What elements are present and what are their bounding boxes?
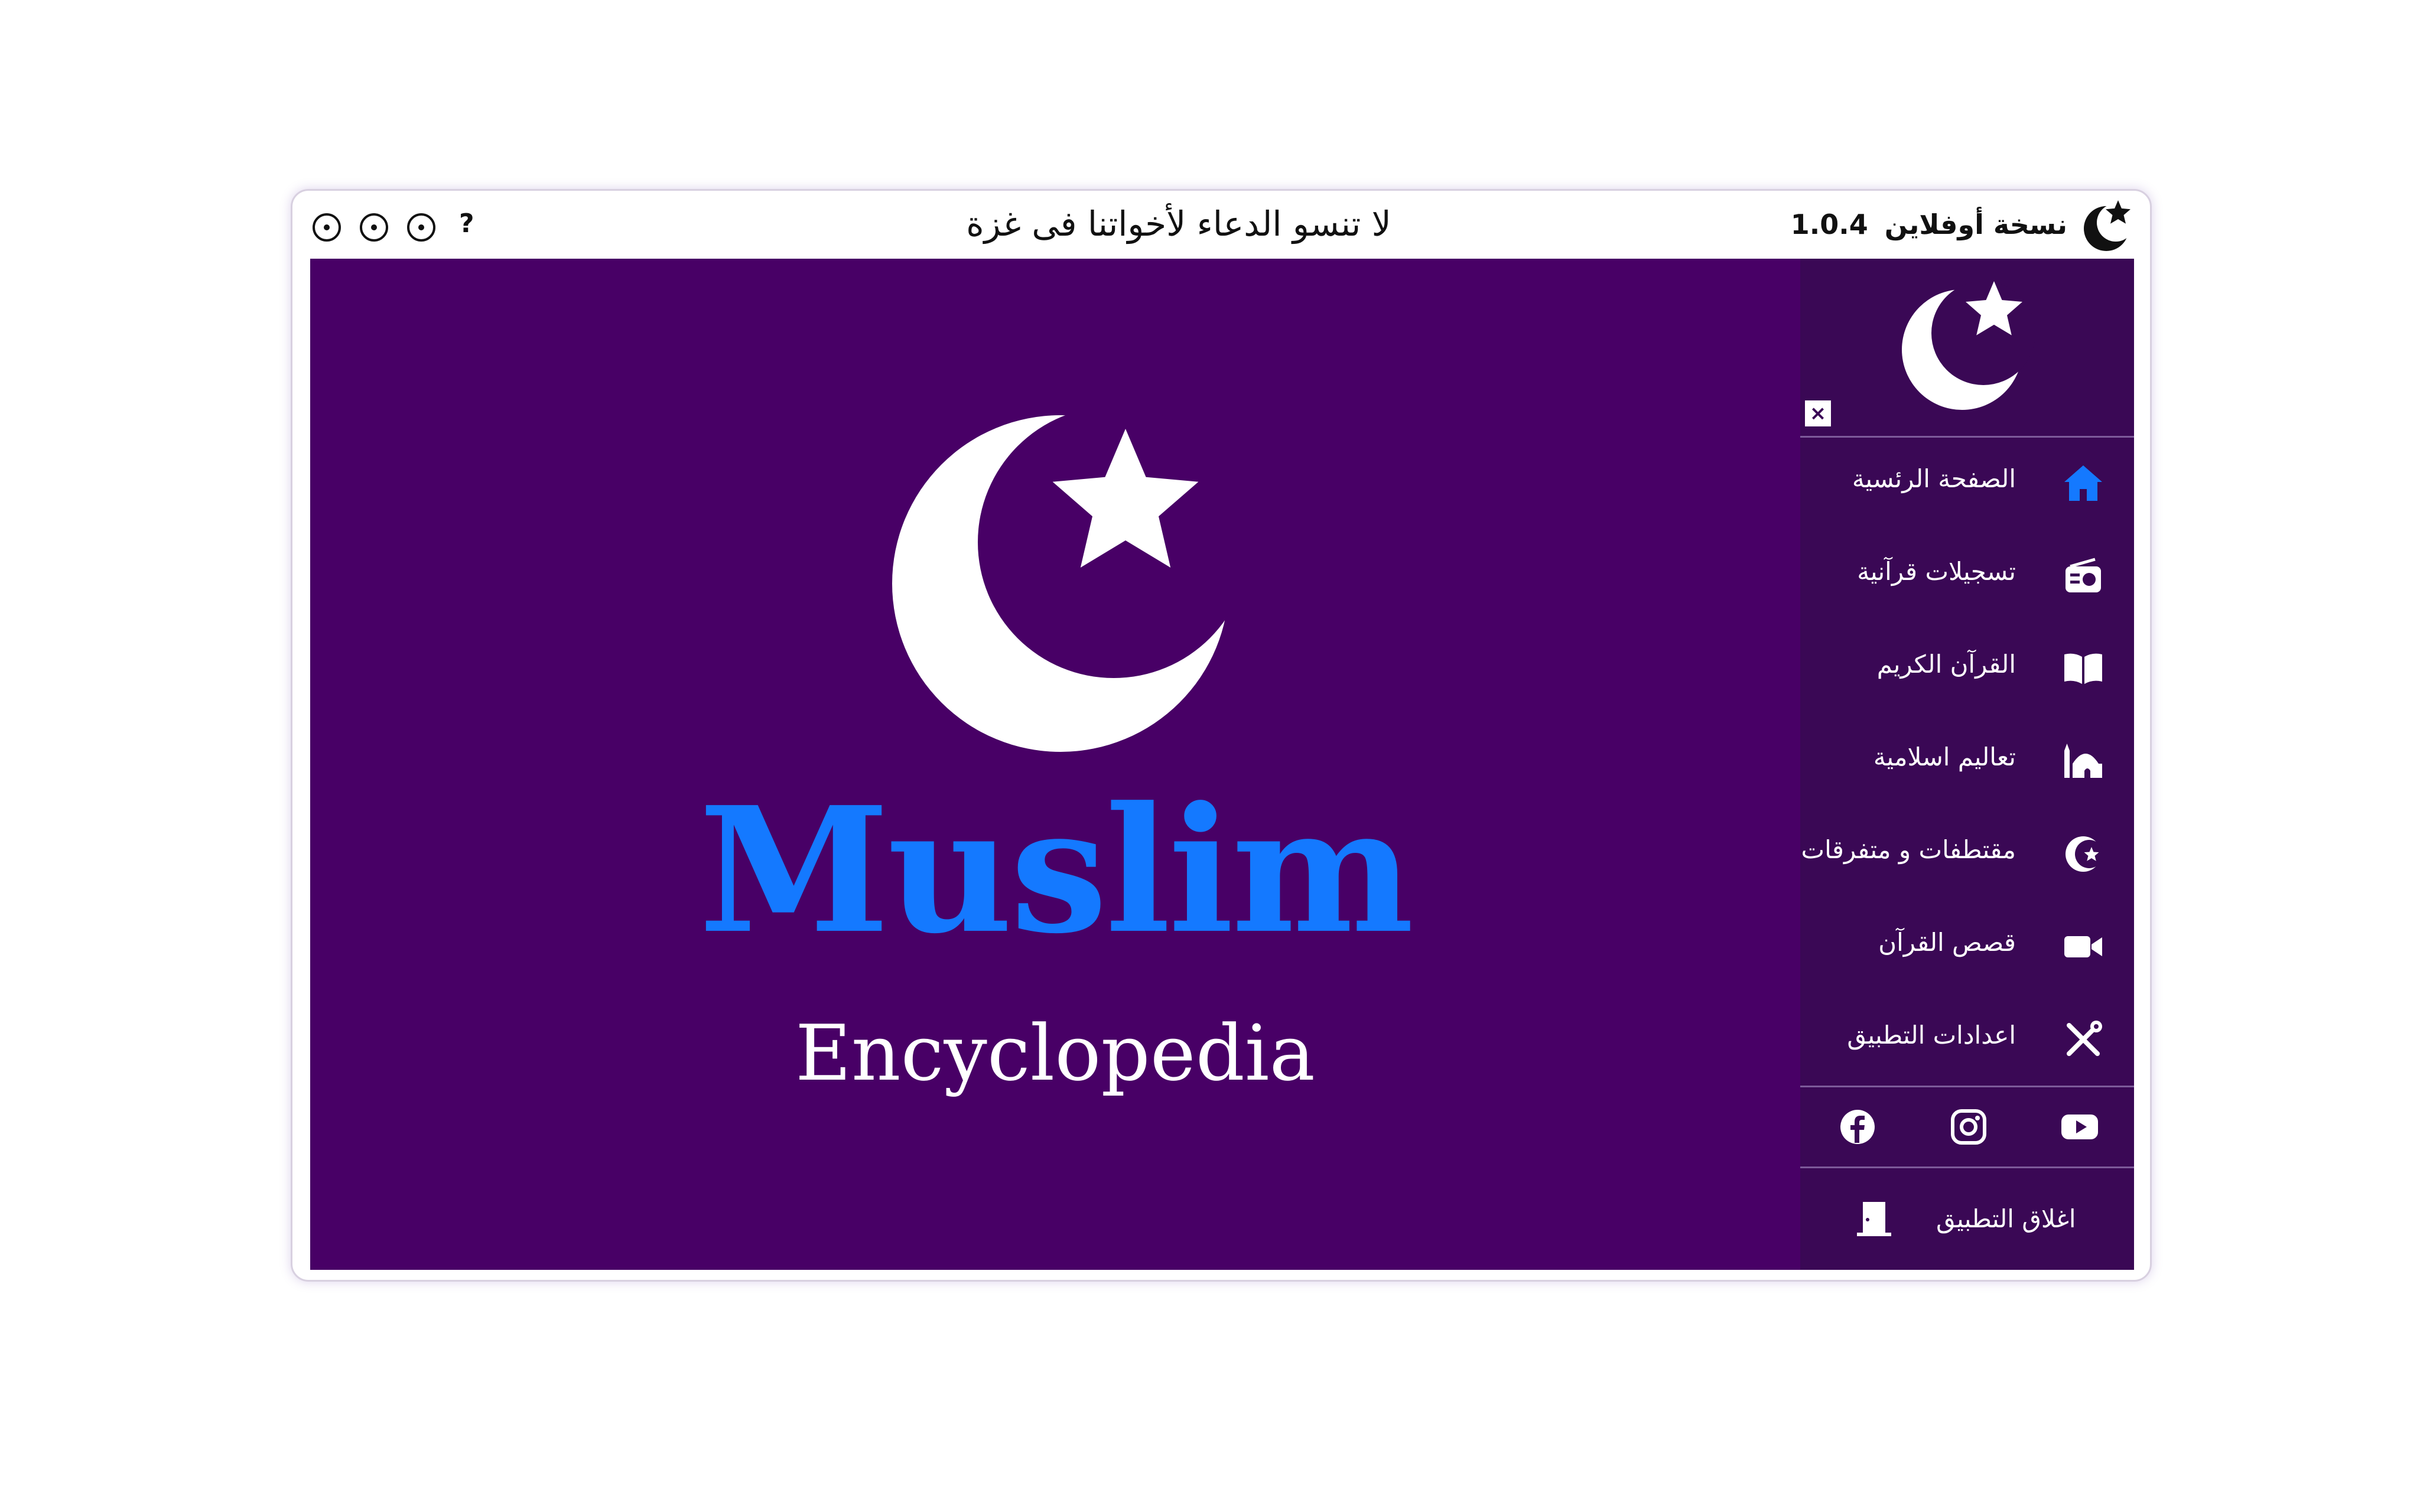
app-logo-icon — [2084, 200, 2135, 251]
sidebar-item-label: قصص القرآن — [1878, 928, 2016, 957]
door-exit-icon — [1857, 1202, 1891, 1236]
youtube-icon[interactable] — [2060, 1107, 2099, 1146]
title-message: لا تنسو الدعاء لأخواتنا فى غزة — [966, 204, 1391, 244]
sidebar-logo-icon — [1902, 281, 2035, 410]
sidebar-item-label: الصفحة الرئسية — [1852, 464, 2016, 493]
sidebar-item-quran[interactable]: القرآن الكريم — [1800, 621, 2134, 714]
sidebar-item-label: مقتطفات و متفرقات — [1801, 835, 2016, 864]
sidebar-item-label: تعاليم اسلامية — [1873, 742, 2016, 771]
window-close-button[interactable] — [311, 212, 342, 243]
star-and-crescent-logo-icon — [892, 412, 1232, 752]
sidebar-item-label: القرآن الكريم — [1876, 650, 2016, 679]
exit-app-button[interactable]: اغلاق التطبيق — [1800, 1171, 2134, 1270]
version-label: نسخة أوفلاين — [1884, 208, 2067, 240]
sidebar-close-button[interactable]: × — [1805, 400, 1831, 426]
sidebar-item-home[interactable]: الصفحة الرئسية — [1800, 436, 2134, 529]
home-icon — [2064, 465, 2102, 501]
tools-icon — [2067, 1021, 2102, 1056]
window-controls — [311, 212, 437, 243]
video-camera-icon — [2064, 936, 2102, 957]
title-bar: ? لا تنسو الدعاء لأخواتنا فى غزة 1.0.4 ن… — [292, 191, 2150, 259]
window-maximize-button[interactable] — [359, 212, 389, 243]
sidebar-item-label: تسجيلات قرآنية — [1857, 557, 2016, 586]
social-links — [1800, 1086, 2134, 1168]
instagram-icon[interactable] — [1949, 1107, 1988, 1146]
radio-icon — [2066, 558, 2101, 592]
hero-subtitle: Encyclopedia — [795, 1008, 1315, 1098]
facebook-icon[interactable] — [1838, 1107, 1877, 1146]
sidebar-header: × — [1800, 259, 2134, 438]
sidebar-item-settings[interactable]: اعدادات التطبيق — [1800, 992, 2134, 1085]
sidebar-item-label: اعدادات التطبيق — [1847, 1021, 2016, 1050]
app-window: ? لا تنسو الدعاء لأخواتنا فى غزة 1.0.4 ن… — [291, 189, 2152, 1282]
version-number: 1.0.4 — [1790, 208, 1868, 240]
main-content: Muslim Encyclopedia — [310, 259, 1800, 1270]
version-info: 1.0.4 نسخة أوفلاين — [1791, 208, 2067, 240]
sidebar-item-excerpts[interactable]: مقتطفات و متفرقات — [1800, 807, 2134, 900]
hero-title: Muslim — [698, 769, 1414, 972]
book-open-icon — [2064, 653, 2102, 684]
mosque-icon — [2064, 744, 2102, 778]
star-and-crescent-icon — [2066, 836, 2103, 872]
help-button[interactable]: ? — [459, 208, 474, 239]
sidebar: × الصفحة الرئسية تسجيلات قرآنية القرآن ا… — [1800, 259, 2134, 1270]
sidebar-item-stories[interactable]: قصص القرآن — [1800, 900, 2134, 992]
sidebar-menu: الصفحة الرئسية تسجيلات قرآنية القرآن الك… — [1800, 436, 2134, 1085]
window-minimize-button[interactable] — [406, 212, 437, 243]
exit-label: اغلاق التطبيق — [1936, 1204, 2076, 1233]
sidebar-item-teachings[interactable]: تعاليم اسلامية — [1800, 714, 2134, 807]
sidebar-item-recordings[interactable]: تسجيلات قرآنية — [1800, 529, 2134, 621]
